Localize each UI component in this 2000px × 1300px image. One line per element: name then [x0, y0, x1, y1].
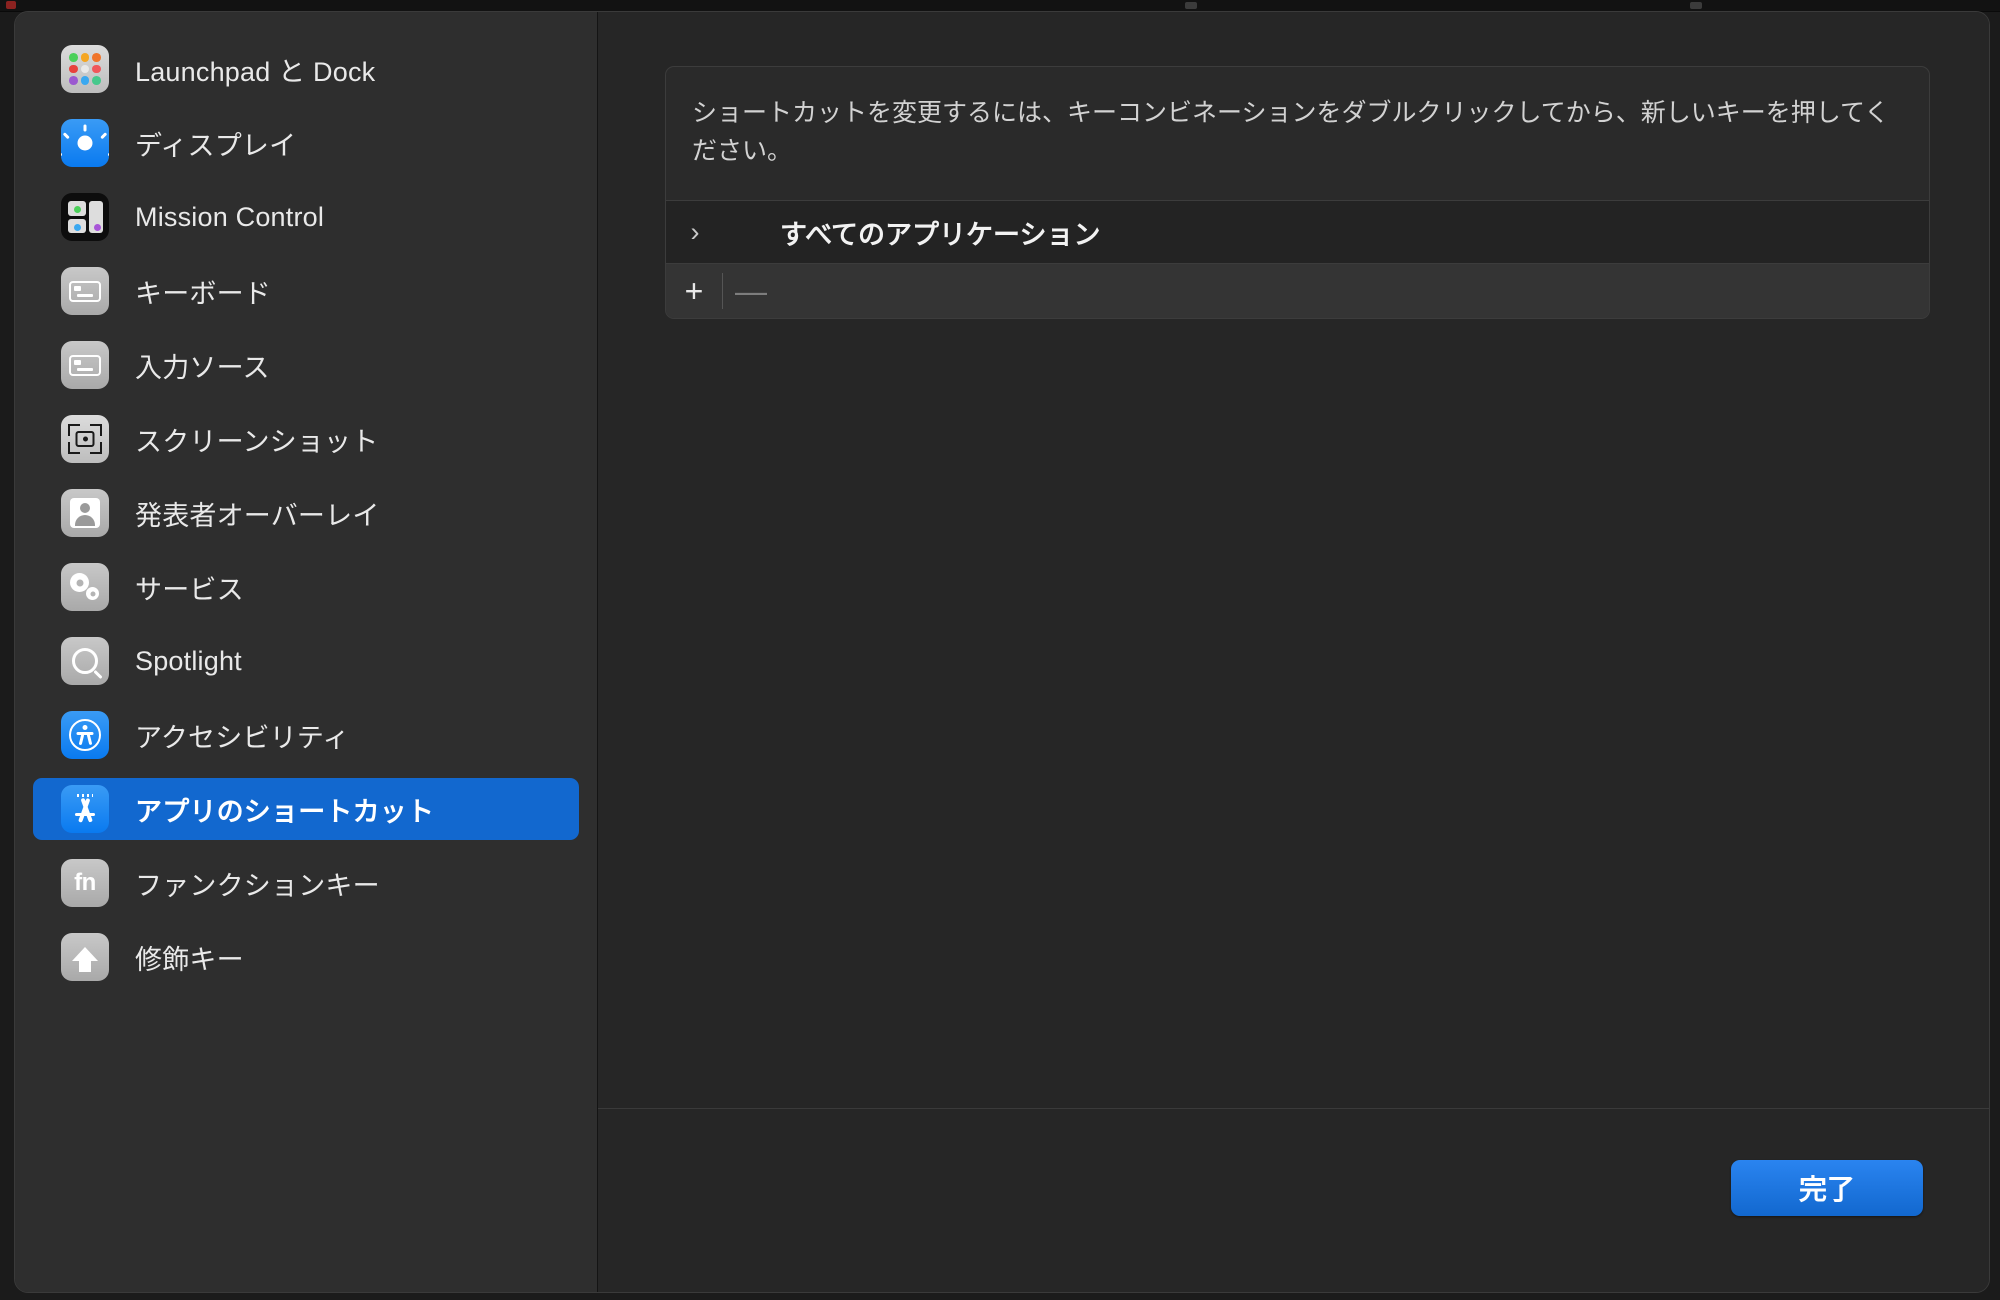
sidebar-item-label: 修飾キー [135, 944, 244, 975]
sidebar-item-modifier-keys[interactable]: 修飾キー [33, 926, 579, 988]
mission-control-icon [61, 193, 109, 241]
modifier-key-icon [61, 933, 109, 981]
shortcuts-toolbar: + — [666, 264, 1929, 318]
shortcut-instructions: ショートカットを変更するには、キーコンビネーションをダブルクリックしてから、新し… [666, 67, 1929, 201]
sidebar-item-label: ファンクションキー [135, 870, 380, 901]
display-brightness-icon [61, 119, 109, 167]
app-shortcuts-icon [61, 785, 109, 833]
fn-key-icon: fn [61, 859, 109, 907]
sidebar-item-screenshot[interactable]: スクリーンショット [33, 408, 579, 470]
sidebar-item-label: スクリーンショット [135, 426, 379, 457]
menubar-status-blip [1185, 2, 1197, 9]
settings-sidebar[interactable]: Launchpad と Dock ディスプレイ Mission Control … [15, 12, 598, 1292]
menubar-red-indicator [6, 1, 16, 9]
input-sources-icon [61, 341, 109, 389]
table-row[interactable]: › すべてのアプリケーション [666, 201, 1929, 264]
services-gears-icon [61, 563, 109, 611]
done-button[interactable]: 完了 [1731, 1160, 1923, 1216]
sidebar-item-spotlight[interactable]: Spotlight [33, 630, 579, 692]
launchpad-icon [61, 45, 109, 93]
shortcuts-panel: ショートカットを変更するには、キーコンビネーションをダブルクリックしてから、新し… [665, 66, 1930, 319]
sidebar-item-label: キーボード [135, 278, 271, 309]
sidebar-item-label: Launchpad と Dock [135, 56, 376, 87]
sidebar-item-launchpad-dock[interactable]: Launchpad と Dock [33, 38, 579, 100]
add-shortcut-button[interactable]: + [666, 275, 722, 307]
sidebar-item-label: アクセシビリティ [135, 722, 350, 753]
screenshot-icon [61, 415, 109, 463]
sidebar-item-label: ディスプレイ [135, 130, 297, 161]
sidebar-item-label: 発表者オーバーレイ [135, 500, 380, 531]
sidebar-item-function-keys[interactable]: fn ファンクションキー [33, 852, 579, 914]
sidebar-item-label: アプリのショートカット [135, 796, 435, 827]
keyboard-icon [61, 267, 109, 315]
sidebar-item-keyboard[interactable]: キーボード [33, 260, 579, 322]
sidebar-item-label: Mission Control [135, 201, 325, 232]
sidebar-item-services[interactable]: サービス [33, 556, 579, 618]
chevron-right-icon[interactable]: › [666, 218, 724, 246]
accessibility-icon [61, 711, 109, 759]
presenter-overlay-icon [61, 489, 109, 537]
sidebar-item-display[interactable]: ディスプレイ [33, 112, 579, 174]
sidebar-item-label: Spotlight [135, 645, 242, 676]
sidebar-item-label: 入力ソース [135, 352, 270, 383]
screen: Launchpad と Dock ディスプレイ Mission Control … [0, 0, 2000, 1300]
group-row-label: すべてのアプリケーション [780, 219, 1101, 250]
sidebar-item-app-shortcuts[interactable]: アプリのショートカット [33, 778, 579, 840]
system-settings-window: Launchpad と Dock ディスプレイ Mission Control … [14, 11, 1990, 1293]
sidebar-item-input-sources[interactable]: 入力ソース [33, 334, 579, 396]
sidebar-item-accessibility[interactable]: アクセシビリティ [33, 704, 579, 766]
footer-divider [598, 1108, 1989, 1109]
settings-content-pane: ショートカットを変更するには、キーコンビネーションをダブルクリックしてから、新し… [598, 12, 1989, 1292]
sidebar-item-mission-control[interactable]: Mission Control [33, 186, 579, 248]
sidebar-item-presenter-overlay[interactable]: 発表者オーバーレイ [33, 482, 579, 544]
remove-shortcut-button: — [735, 273, 767, 309]
menubar-status-blip [1690, 2, 1702, 9]
sidebar-item-label: サービス [135, 574, 244, 605]
spotlight-search-icon [61, 637, 109, 685]
